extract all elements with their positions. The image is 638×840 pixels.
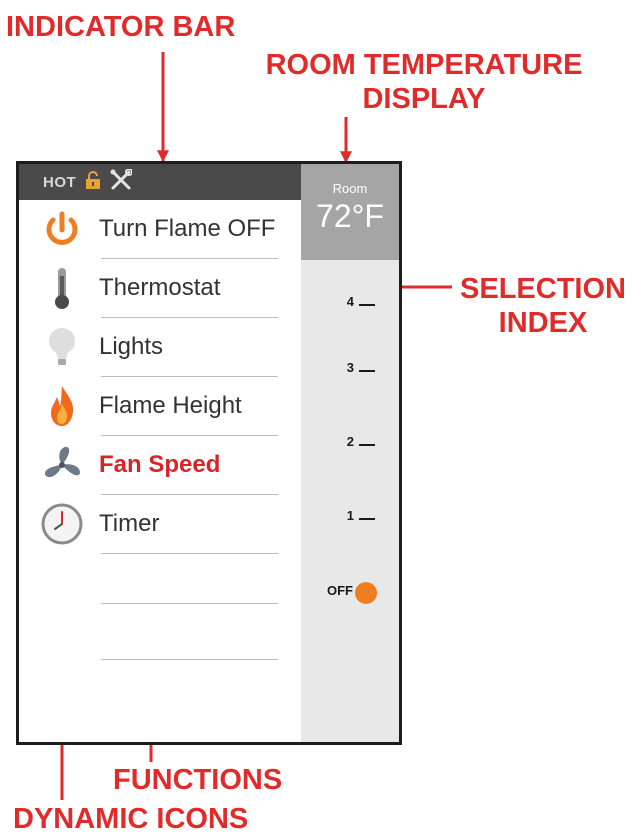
menu-divider [101, 553, 278, 554]
menu-divider [101, 603, 278, 604]
selection-panel: Room 72°F 4 3 2 1 OFF [301, 164, 399, 742]
menu-label: Thermostat [99, 274, 221, 301]
device-screen: HOT Turn Flame OFF Thermostat Lights Fla… [16, 161, 402, 745]
menu-label: Fan Speed [99, 451, 221, 478]
menu-item-turn-flame-off[interactable]: Turn Flame OFF [19, 200, 301, 258]
lightbulb-icon [38, 323, 86, 371]
selection-level-off[interactable]: OFF [301, 581, 399, 605]
level-number: 4 [346, 294, 354, 309]
level-tick [359, 518, 375, 520]
menu-label: Flame Height [99, 392, 242, 419]
power-icon [38, 205, 86, 253]
selection-level-1[interactable]: 1 [301, 506, 399, 530]
selection-level-4[interactable]: 4 [301, 292, 399, 316]
menu-divider [101, 659, 278, 660]
menu-label: Turn Flame OFF [99, 215, 276, 242]
menu-item-lights[interactable]: Lights [19, 318, 301, 376]
fan-icon [38, 441, 86, 489]
tools-icon [110, 167, 134, 196]
menu-label: Timer [99, 510, 160, 537]
room-temperature-display: Room 72°F [301, 164, 399, 260]
selected-indicator [355, 582, 377, 604]
hot-status-text: HOT [43, 173, 77, 191]
menu-item-fan-speed[interactable]: Fan Speed [19, 436, 301, 494]
level-number: 2 [346, 434, 354, 449]
selection-level-3[interactable]: 3 [301, 358, 399, 382]
menu-item-flame-height[interactable]: Flame Height [19, 377, 301, 435]
menu-item-thermostat[interactable]: Thermostat [19, 259, 301, 317]
clock-icon [38, 500, 86, 548]
level-tick [359, 444, 375, 446]
indicator-bar: HOT [19, 164, 301, 200]
thermometer-icon [38, 264, 86, 312]
flame-icon [38, 382, 86, 430]
selection-level-2[interactable]: 2 [301, 432, 399, 456]
level-tick [359, 370, 375, 372]
menu-label: Lights [99, 333, 164, 360]
level-tick [359, 304, 375, 306]
lock-icon [84, 170, 102, 195]
level-number: 3 [346, 360, 354, 375]
menu-item-timer[interactable]: Timer [19, 495, 301, 553]
room-temperature-value: 72°F [316, 198, 384, 234]
level-number: 1 [346, 508, 354, 523]
off-label: OFF [327, 583, 353, 598]
room-label: Room [332, 181, 368, 196]
